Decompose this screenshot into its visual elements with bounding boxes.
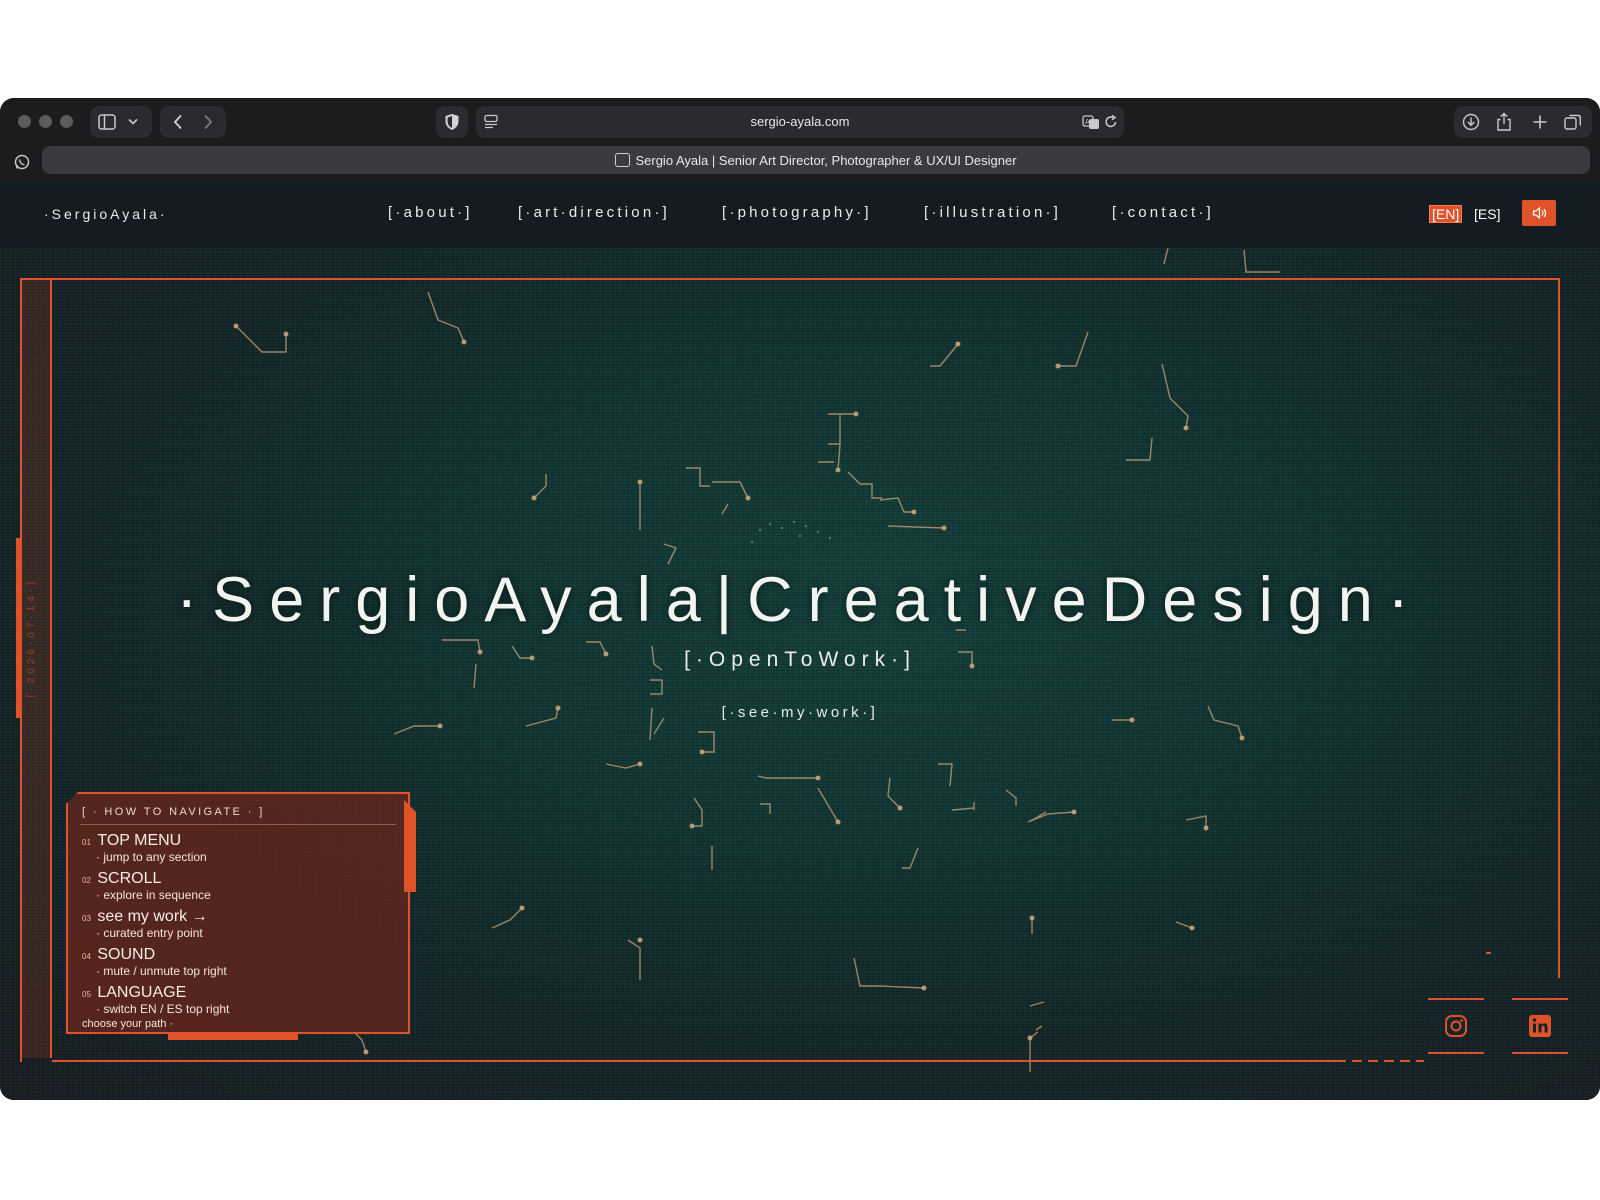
- help-item-number: 05: [82, 990, 91, 999]
- linkedin-icon: [1529, 1015, 1551, 1037]
- help-item-number: 04: [82, 952, 91, 961]
- site-header: ·SergioAyala· [·about·] [·art·direction·…: [0, 180, 1600, 248]
- help-item-title: LANGUAGE: [97, 984, 187, 1001]
- back-arrow-icon[interactable]: [172, 114, 184, 130]
- help-item-desc: · explore in sequence: [96, 888, 211, 902]
- see-my-work-link[interactable]: [·see·my·work·]: [0, 704, 1600, 721]
- sound-toggle-button[interactable]: [1522, 200, 1556, 226]
- instagram-link[interactable]: [1428, 998, 1484, 1054]
- help-item-sound: 04 SOUND · mute / unmute top right: [82, 946, 227, 978]
- help-item-scroll: 02 SCROLL · explore in sequence: [82, 870, 211, 902]
- sidebar-icon: [98, 114, 116, 130]
- nav-art-direction[interactable]: [·art·direction·]: [518, 204, 670, 221]
- help-item-number: 01: [82, 838, 91, 847]
- whatsapp-icon[interactable]: [14, 154, 30, 170]
- browser-window: sergio-ayala.com A Sergio Ayala | Senior…: [0, 98, 1600, 1100]
- lang-en-button[interactable]: [EN]: [1428, 205, 1463, 223]
- help-divider: [80, 824, 396, 825]
- website-viewport: ·SergioAyala· [·about·] [·art·direction·…: [0, 180, 1600, 1100]
- site-logo[interactable]: ·SergioAyala·: [44, 206, 168, 222]
- hero-title: ·SergioAyala|CreativeDesign·: [176, 565, 1424, 635]
- window-close-button[interactable]: [18, 115, 31, 128]
- hero-section: [·2026·07·14·] ·SergioAyala|CreativeDesi…: [0, 248, 1600, 1100]
- translate-icon[interactable]: A: [1082, 114, 1100, 130]
- active-tab[interactable]: Sergio Ayala | Senior Art Director, Phot…: [42, 146, 1590, 174]
- help-item-desc: · mute / unmute top right: [96, 964, 227, 978]
- help-item-see-my-work: 03 see my work → · curated entry point: [82, 908, 208, 940]
- help-heading: [ · HOW TO NAVIGATE · ]: [82, 806, 265, 818]
- help-item-desc: · switch EN / ES top right: [96, 1002, 230, 1016]
- how-to-navigate-panel: [ · HOW TO NAVIGATE · ] 01 TOP MENU · ju…: [66, 792, 410, 1034]
- nav-about[interactable]: [·about·]: [388, 204, 473, 221]
- tab-title: Sergio Ayala | Senior Art Director, Phot…: [635, 153, 1017, 168]
- help-item-top-menu: 01 TOP MENU · jump to any section: [82, 832, 207, 864]
- social-topline: [1428, 998, 1484, 1000]
- history-nav-group: [160, 106, 226, 138]
- browser-tab-bar: Sergio Ayala | Senior Art Director, Phot…: [0, 144, 1600, 180]
- social-bottomline: [1428, 1052, 1484, 1054]
- help-item-title: TOP MENU: [97, 832, 182, 849]
- social-bottomline: [1512, 1052, 1568, 1054]
- svg-text:A: A: [1085, 118, 1090, 126]
- help-panel-underbar: [168, 1034, 298, 1040]
- linkedin-link[interactable]: [1512, 998, 1568, 1054]
- speaker-icon: [1532, 207, 1547, 219]
- window-zoom-button[interactable]: [60, 115, 73, 128]
- lang-es-button[interactable]: [ES]: [1474, 206, 1500, 222]
- chevron-down-icon: [128, 118, 138, 125]
- tab-overview-icon[interactable]: [1564, 113, 1582, 131]
- tab-title-row: Sergio Ayala | Senior Art Director, Phot…: [42, 153, 1590, 168]
- frame-tick: [1486, 952, 1491, 954]
- nav-illustration[interactable]: [·illustration·]: [924, 204, 1061, 221]
- shield-icon: [445, 114, 459, 130]
- instagram-icon: [1445, 1015, 1467, 1037]
- favicon-icon: [615, 153, 631, 167]
- url-text: sergio-ayala.com: [750, 114, 850, 129]
- hero-frame-bottom-edge: [52, 1060, 1346, 1062]
- hero-frame-dashes: [1352, 1060, 1424, 1062]
- screenshot-stage: sergio-ayala.com A Sergio Ayala | Senior…: [0, 0, 1600, 1200]
- address-bar[interactable]: sergio-ayala.com A: [476, 106, 1124, 138]
- help-footer: choose your path ·: [82, 1018, 174, 1030]
- window-minimize-button[interactable]: [39, 115, 52, 128]
- nav-photography[interactable]: [·photography·]: [722, 204, 872, 221]
- privacy-shield-button[interactable]: [436, 106, 468, 138]
- downloads-icon[interactable]: [1462, 113, 1480, 131]
- help-item-desc: · curated entry point: [96, 926, 203, 940]
- help-item-title: see my work →: [97, 908, 208, 925]
- forward-arrow-icon[interactable]: [202, 114, 214, 130]
- help-item-title: SCROLL: [97, 870, 162, 887]
- help-item-number: 02: [82, 876, 91, 885]
- nav-contact[interactable]: [·contact·]: [1112, 204, 1214, 221]
- help-item-title: SOUND: [97, 946, 156, 963]
- reload-icon[interactable]: [1104, 114, 1118, 130]
- help-item-language: 05 LANGUAGE · switch EN / ES top right: [82, 984, 229, 1016]
- social-topline: [1512, 998, 1568, 1000]
- browser-toolbar: sergio-ayala.com A: [0, 98, 1600, 144]
- help-item-number: 03: [82, 914, 91, 923]
- new-tab-icon[interactable]: [1532, 114, 1548, 130]
- share-icon[interactable]: [1496, 112, 1512, 132]
- help-item-desc: · jump to any section: [96, 850, 207, 864]
- help-panel-tab: [404, 800, 416, 892]
- sidebar-toggle-group[interactable]: [90, 106, 152, 138]
- toolbar-actions-group: [1454, 106, 1592, 138]
- open-to-work-label: [·OpenToWork·]: [684, 648, 916, 671]
